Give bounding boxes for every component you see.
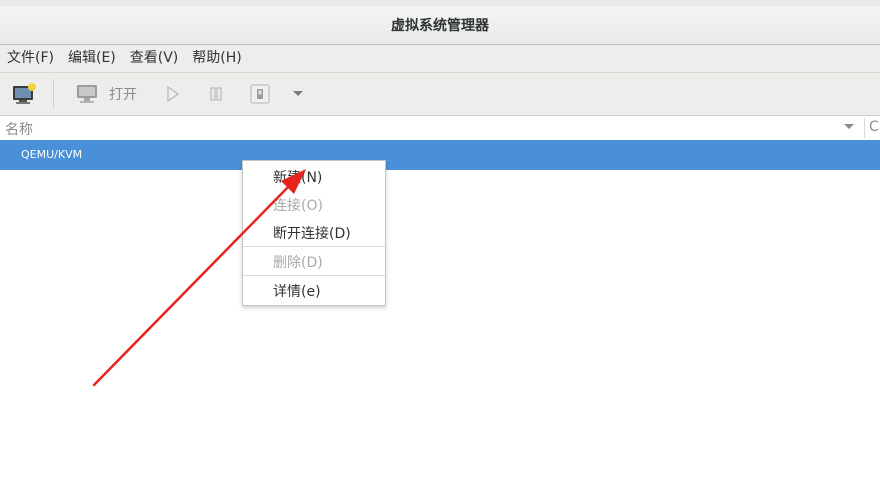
sort-arrow-icon[interactable] (843, 122, 855, 132)
menu-bar: 文件(F) 编辑(E) 查看(V) 帮助(H) (0, 45, 880, 73)
menu-item-connect-label: 连接(O) (273, 198, 323, 214)
run-button[interactable] (162, 73, 184, 115)
window-title: 虚拟系统管理器 (391, 18, 489, 34)
shutdown-button[interactable] (248, 73, 272, 115)
menu-item-disconnect-label: 断开连接(D) (273, 226, 351, 242)
shutdown-menu-button[interactable] (288, 73, 308, 115)
connection-name: QEMU/KVM (21, 148, 83, 161)
monitor-icon (77, 85, 97, 103)
menu-item-new-label: 新建(N) (273, 170, 323, 186)
power-icon (250, 84, 270, 104)
column-cpu-header[interactable]: C (869, 119, 879, 135)
list-header: 名称 C (0, 116, 880, 141)
menu-help[interactable]: 帮助(H) (185, 45, 248, 72)
pause-button[interactable] (205, 73, 227, 115)
menu-item-disconnect[interactable]: 断开连接(D) (243, 218, 385, 246)
menu-item-delete[interactable]: 删除(D) (243, 247, 385, 275)
open-button-label: 打开 (109, 87, 137, 103)
connection-row-qemu-kvm[interactable]: QEMU/KVM (0, 140, 880, 170)
new-connection-icon (13, 83, 36, 104)
menu-item-details[interactable]: 详情(e) (243, 276, 385, 304)
pause-icon (210, 87, 222, 101)
menu-item-delete-label: 删除(D) (273, 255, 323, 271)
play-icon (167, 86, 180, 102)
column-name-header[interactable]: 名称 (5, 119, 33, 139)
open-button[interactable]: 打开 (68, 73, 144, 115)
menu-view[interactable]: 查看(V) (123, 45, 186, 72)
menu-file[interactable]: 文件(F) (0, 45, 61, 72)
menu-item-details-label: 详情(e) (273, 284, 321, 300)
menu-edit[interactable]: 编辑(E) (61, 45, 123, 72)
dropdown-arrow-icon (293, 91, 303, 96)
menu-item-connect[interactable]: 连接(O) (243, 190, 385, 218)
column-separator (864, 118, 865, 138)
context-menu: 新建(N) 连接(O) 断开连接(D) 删除(D) 详情(e) (242, 160, 386, 306)
menu-item-new[interactable]: 新建(N) (243, 162, 385, 190)
toolbar: 打开 (0, 73, 880, 116)
toolbar-separator (53, 79, 54, 109)
new-connection-button[interactable] (8, 73, 40, 115)
title-bar: 虚拟系统管理器 (0, 6, 880, 45)
